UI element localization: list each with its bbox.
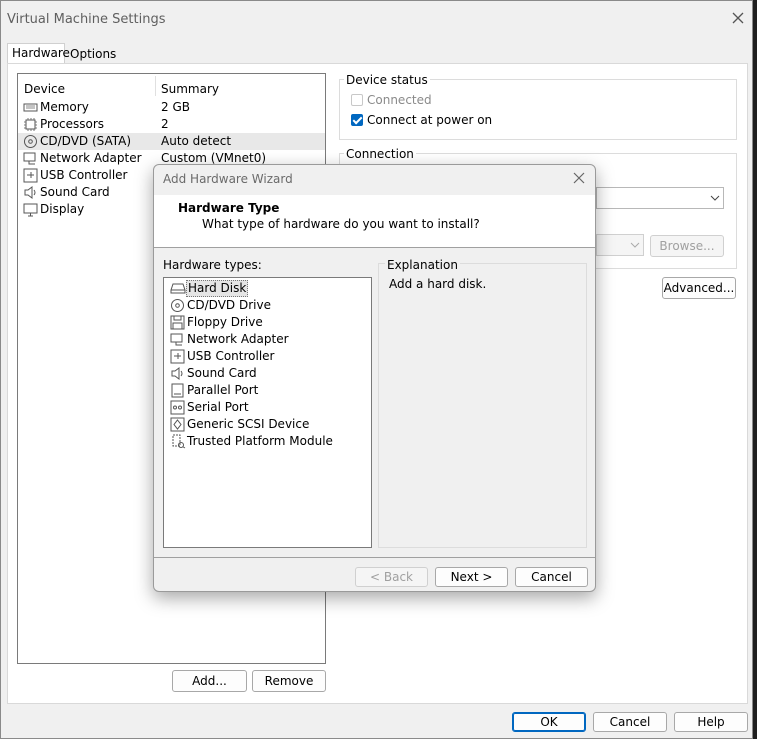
network-adapter-icon — [23, 152, 36, 165]
sound-card-icon — [24, 186, 36, 199]
hardware-type-label: Trusted Platform Module — [187, 434, 333, 448]
wizard-title-bar: Add Hardware Wizard — [154, 165, 595, 194]
usb-controller-icon — [23, 168, 38, 183]
wizard-heading: Hardware Type — [178, 201, 280, 215]
add-device-button[interactable]: Add... — [172, 670, 247, 692]
device-row-memory[interactable]: Memory 2 GB — [18, 99, 325, 116]
device-summary: 2 GB — [161, 100, 190, 114]
device-status-group — [339, 79, 737, 140]
device-name: Network Adapter — [40, 151, 142, 165]
back-button[interactable]: < Back — [355, 567, 428, 587]
device-name: USB Controller — [40, 168, 128, 182]
summary-column-header[interactable]: Summary — [161, 81, 219, 98]
device-status-label: Device status — [344, 73, 430, 87]
footer-divider — [154, 557, 595, 558]
explanation-text: Add a hard disk. — [389, 277, 487, 291]
wizard-cancel-button[interactable]: Cancel — [515, 567, 588, 587]
device-name: Memory — [40, 100, 89, 114]
header-divider — [154, 247, 595, 248]
connect-at-power-on-checkbox[interactable] — [351, 114, 363, 126]
window-title: Virtual Machine Settings — [7, 12, 166, 27]
device-name: CD/DVD (SATA) — [40, 134, 132, 148]
help-button[interactable]: Help — [674, 712, 748, 732]
hardware-types-list[interactable]: Hard Disk CD/DVD Drive Floppy Drive Netw… — [163, 277, 372, 548]
hardware-type-label: Hard Disk — [186, 280, 249, 297]
explanation-group — [378, 263, 587, 548]
memory-icon — [23, 103, 38, 112]
parallel-port-icon — [171, 383, 184, 398]
ok-button[interactable]: OK — [512, 712, 586, 732]
explanation-label: Explanation — [385, 258, 460, 272]
device-summary: Auto detect — [161, 134, 232, 148]
device-row-cd-dvd[interactable]: CD/DVD (SATA) Auto detect — [18, 133, 325, 150]
close-icon[interactable] — [728, 10, 748, 30]
cd-dvd-icon — [171, 299, 184, 312]
chevron-down-icon — [630, 242, 640, 248]
cd-dvd-icon — [24, 135, 37, 148]
close-icon[interactable] — [573, 172, 585, 184]
wizard-close-icon[interactable] — [573, 172, 585, 187]
hardware-type-label: Network Adapter — [187, 332, 289, 346]
wizard-title: Add Hardware Wizard — [163, 172, 293, 186]
next-button[interactable]: Next > — [435, 567, 508, 587]
tab-options-label: Options — [70, 47, 117, 61]
tab-hardware-label: Hardware — [12, 46, 70, 60]
tab-hardware[interactable]: Hardware — [7, 43, 70, 65]
remove-device-button[interactable]: Remove — [252, 670, 326, 692]
scsi-icon — [170, 417, 185, 432]
browse-button[interactable]: Browse... — [650, 235, 724, 257]
hardware-type-label: Generic SCSI Device — [187, 417, 310, 431]
connected-checkbox[interactable] — [351, 94, 363, 106]
device-column-header[interactable]: Device — [24, 81, 65, 98]
hardware-type-label: CD/DVD Drive — [187, 298, 271, 312]
hardware-type-label: Parallel Port — [187, 383, 259, 397]
network-adapter-icon — [170, 333, 183, 346]
hard-disk-icon — [170, 283, 186, 294]
tab-options[interactable]: Options — [66, 45, 122, 65]
serial-port-icon — [170, 400, 185, 415]
add-hardware-wizard: Add Hardware Wizard Hardware Type What t… — [153, 164, 596, 592]
device-row-processors[interactable]: Processors 2 — [18, 116, 325, 133]
hardware-type-label: Floppy Drive — [187, 315, 263, 329]
cancel-button[interactable]: Cancel — [593, 712, 667, 732]
tpm-icon — [172, 434, 186, 449]
device-name: Sound Card — [40, 185, 110, 199]
connected-label: Connected — [367, 93, 432, 107]
display-icon — [23, 203, 38, 217]
close-icon[interactable] — [731, 11, 745, 25]
processor-icon — [24, 118, 37, 131]
connection-label: Connection — [344, 147, 416, 161]
chevron-down-icon — [710, 195, 720, 201]
usb-controller-icon — [170, 349, 185, 364]
device-summary: 2 — [161, 117, 169, 131]
wizard-subheading: What type of hardware do you want to ins… — [202, 217, 480, 231]
wizard-header: Hardware Type What type of hardware do y… — [154, 195, 595, 247]
sound-card-icon — [171, 367, 183, 380]
device-name: Display — [40, 202, 85, 216]
column-divider — [155, 76, 156, 96]
hardware-types-label: Hardware types: — [163, 258, 262, 272]
hardware-type-label: Sound Card — [187, 366, 257, 380]
connect-at-power-on-label: Connect at power on — [367, 113, 493, 127]
device-name: Processors — [40, 117, 105, 131]
title-bar: Virtual Machine Settings — [1, 1, 752, 39]
floppy-icon — [170, 315, 185, 330]
image-path-dropdown[interactable] — [596, 234, 644, 256]
hardware-type-label: USB Controller — [187, 349, 275, 363]
advanced-button[interactable]: Advanced... — [662, 277, 736, 299]
connection-dropdown[interactable] — [596, 187, 724, 209]
hardware-type-label: Serial Port — [187, 400, 249, 414]
